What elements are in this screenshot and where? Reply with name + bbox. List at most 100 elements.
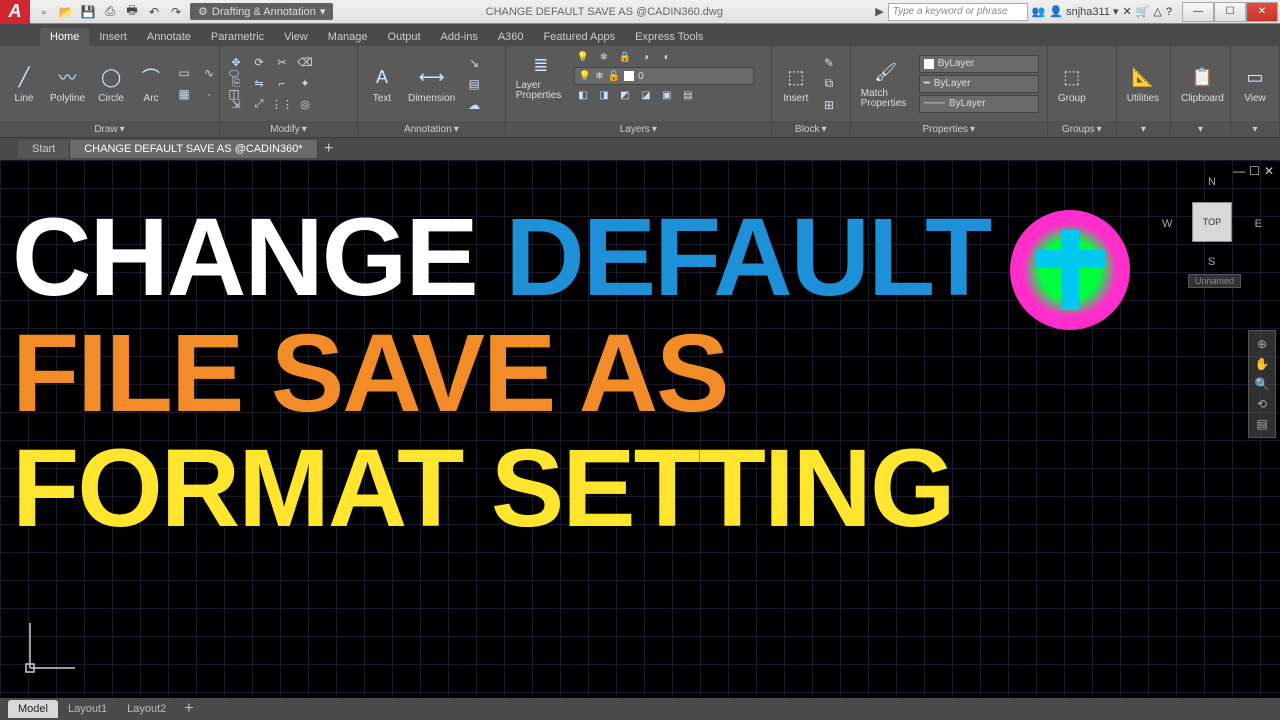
- layer-dropdown[interactable]: 💡❄🔓0: [574, 67, 754, 85]
- user-menu[interactable]: 👤 snjha311 ▾: [1049, 5, 1118, 18]
- explode-icon[interactable]: ✦: [295, 75, 315, 93]
- trim-icon[interactable]: ✂: [272, 54, 292, 72]
- play-icon[interactable]: ▶: [875, 5, 883, 18]
- polyline-button[interactable]: 〰Polyline: [46, 61, 89, 106]
- saveas-icon[interactable]: ⎙: [100, 2, 120, 22]
- lm2-icon[interactable]: ◨: [595, 87, 613, 103]
- move-icon[interactable]: ✥: [226, 54, 246, 72]
- viewcube[interactable]: N S W E TOP Unnamed: [1162, 176, 1262, 286]
- compass-w[interactable]: W: [1162, 218, 1172, 230]
- new-icon[interactable]: ▫: [34, 2, 54, 22]
- tab-featured[interactable]: Featured Apps: [534, 28, 626, 46]
- tab-express[interactable]: Express Tools: [625, 28, 713, 46]
- workspace-dropdown[interactable]: ⚙ Drafting & Annotation ▾: [190, 3, 333, 20]
- copy-icon[interactable]: ⎘: [226, 75, 246, 93]
- tab-view[interactable]: View: [274, 28, 318, 46]
- file-tab-start[interactable]: Start: [18, 140, 70, 158]
- showmotion-icon[interactable]: ▤: [1256, 417, 1267, 431]
- exchange-icon[interactable]: ✕: [1122, 5, 1131, 18]
- tab-manage[interactable]: Manage: [318, 28, 378, 46]
- freeze-icon[interactable]: ❄: [595, 49, 613, 65]
- search-input[interactable]: Type a keyword or phrase: [888, 3, 1028, 21]
- fillet-icon[interactable]: ⌐: [272, 75, 292, 93]
- lm5-icon[interactable]: ▣: [658, 87, 676, 103]
- viewcube-face[interactable]: TOP: [1192, 202, 1232, 242]
- rect-icon[interactable]: ▭: [173, 64, 195, 82]
- cart-icon[interactable]: 🛒: [1136, 5, 1150, 18]
- lm1-icon[interactable]: ◧: [574, 87, 592, 103]
- color-dropdown[interactable]: ByLayer: [919, 55, 1039, 73]
- dimension-button[interactable]: ⟷Dimension: [404, 61, 459, 106]
- utilities-button[interactable]: 📐Utilities: [1123, 61, 1163, 106]
- pan-icon[interactable]: ✋: [1255, 357, 1270, 371]
- orbit-icon[interactable]: ⟲: [1257, 397, 1267, 411]
- rotate-icon[interactable]: ⟳: [249, 54, 269, 72]
- point-icon[interactable]: ·: [198, 85, 220, 103]
- arc-button[interactable]: ⌒Arc: [133, 61, 169, 106]
- undo-icon[interactable]: ↶: [144, 2, 164, 22]
- fullnav-icon[interactable]: ⊕: [1257, 337, 1267, 351]
- compass-e[interactable]: E: [1255, 218, 1262, 230]
- array-icon[interactable]: ⋮⋮: [272, 96, 292, 114]
- group-button[interactable]: ⬚Group: [1054, 61, 1090, 106]
- open-icon[interactable]: 📂: [56, 2, 76, 22]
- scale-icon[interactable]: ⤢: [249, 96, 269, 114]
- view-button[interactable]: ▭View: [1237, 61, 1273, 106]
- app-logo[interactable]: A: [0, 0, 30, 24]
- tab-insert[interactable]: Insert: [89, 28, 137, 46]
- redo-icon[interactable]: ↷: [166, 2, 186, 22]
- close-button[interactable]: ✕: [1246, 2, 1278, 22]
- edit-block-icon[interactable]: ✎: [818, 54, 840, 72]
- compass-n[interactable]: N: [1208, 176, 1216, 188]
- attr-icon[interactable]: ⧉: [818, 75, 840, 93]
- minimize-button[interactable]: —: [1182, 2, 1214, 22]
- layer-misc2-icon[interactable]: ◐: [658, 49, 676, 65]
- tab-a360[interactable]: A360: [488, 28, 534, 46]
- offset-icon[interactable]: ◎: [295, 96, 315, 114]
- insert-button[interactable]: ⬚Insert: [778, 61, 814, 106]
- clipboard-button[interactable]: 📋Clipboard: [1177, 61, 1228, 106]
- file-tab-add[interactable]: +: [318, 140, 340, 158]
- tab-model[interactable]: Model: [8, 700, 58, 718]
- tab-parametric[interactable]: Parametric: [201, 28, 274, 46]
- signin-icon[interactable]: 👥: [1032, 5, 1046, 18]
- help-icon[interactable]: ?: [1166, 6, 1172, 18]
- zoom-icon[interactable]: 🔍: [1255, 377, 1270, 391]
- ucs-icon[interactable]: [20, 618, 80, 678]
- spline-icon[interactable]: ∿: [198, 64, 220, 82]
- layout-add[interactable]: +: [176, 700, 201, 718]
- mirror-icon[interactable]: ⇋: [249, 75, 269, 93]
- drawing-canvas[interactable]: — ☐ ✕ N S W E TOP Unnamed ⊕ ✋ 🔍 ⟲ ▤ CHAN…: [0, 160, 1280, 698]
- maximize-button[interactable]: ☐: [1214, 2, 1246, 22]
- tab-layout2[interactable]: Layout2: [117, 700, 176, 718]
- layer-properties-button[interactable]: ≣Layer Properties: [512, 49, 570, 103]
- line-button[interactable]: ╱Line: [6, 61, 42, 106]
- match-properties-button[interactable]: 🖌Match Properties: [857, 57, 915, 111]
- save-icon[interactable]: 💾: [78, 2, 98, 22]
- lm3-icon[interactable]: ◩: [616, 87, 634, 103]
- file-tab-doc[interactable]: CHANGE DEFAULT SAVE AS @CADIN360*: [70, 140, 317, 158]
- canvas-close-icon[interactable]: ✕: [1264, 164, 1274, 178]
- bulb-icon[interactable]: 💡: [574, 49, 592, 65]
- compass-s[interactable]: S: [1208, 256, 1215, 268]
- erase-icon[interactable]: ⌫: [295, 54, 315, 72]
- lm6-icon[interactable]: ▤: [679, 87, 697, 103]
- autodesk-icon[interactable]: △: [1153, 5, 1161, 18]
- stretch-icon[interactable]: ⇲: [226, 96, 246, 114]
- lm4-icon[interactable]: ◪: [637, 87, 655, 103]
- tab-addins[interactable]: Add-ins: [431, 28, 488, 46]
- leader-icon[interactable]: ↘: [463, 54, 485, 72]
- layer-misc-icon[interactable]: ◑: [637, 49, 655, 65]
- circle-button[interactable]: ◯Circle: [93, 61, 129, 106]
- linetype-dropdown[interactable]: ─── ByLayer: [919, 95, 1039, 113]
- text-button[interactable]: AText: [364, 61, 400, 106]
- lock-icon[interactable]: 🔒: [616, 49, 634, 65]
- tab-output[interactable]: Output: [378, 28, 431, 46]
- table-icon[interactable]: ▤: [463, 75, 485, 93]
- print-icon[interactable]: 🖶: [122, 2, 142, 22]
- create-block-icon[interactable]: ⊞: [818, 96, 840, 114]
- cloud-icon[interactable]: ☁: [463, 96, 485, 114]
- hatch-icon[interactable]: ▦: [173, 85, 195, 103]
- tab-layout1[interactable]: Layout1: [58, 700, 117, 718]
- lineweight-dropdown[interactable]: ━ ByLayer: [919, 75, 1039, 93]
